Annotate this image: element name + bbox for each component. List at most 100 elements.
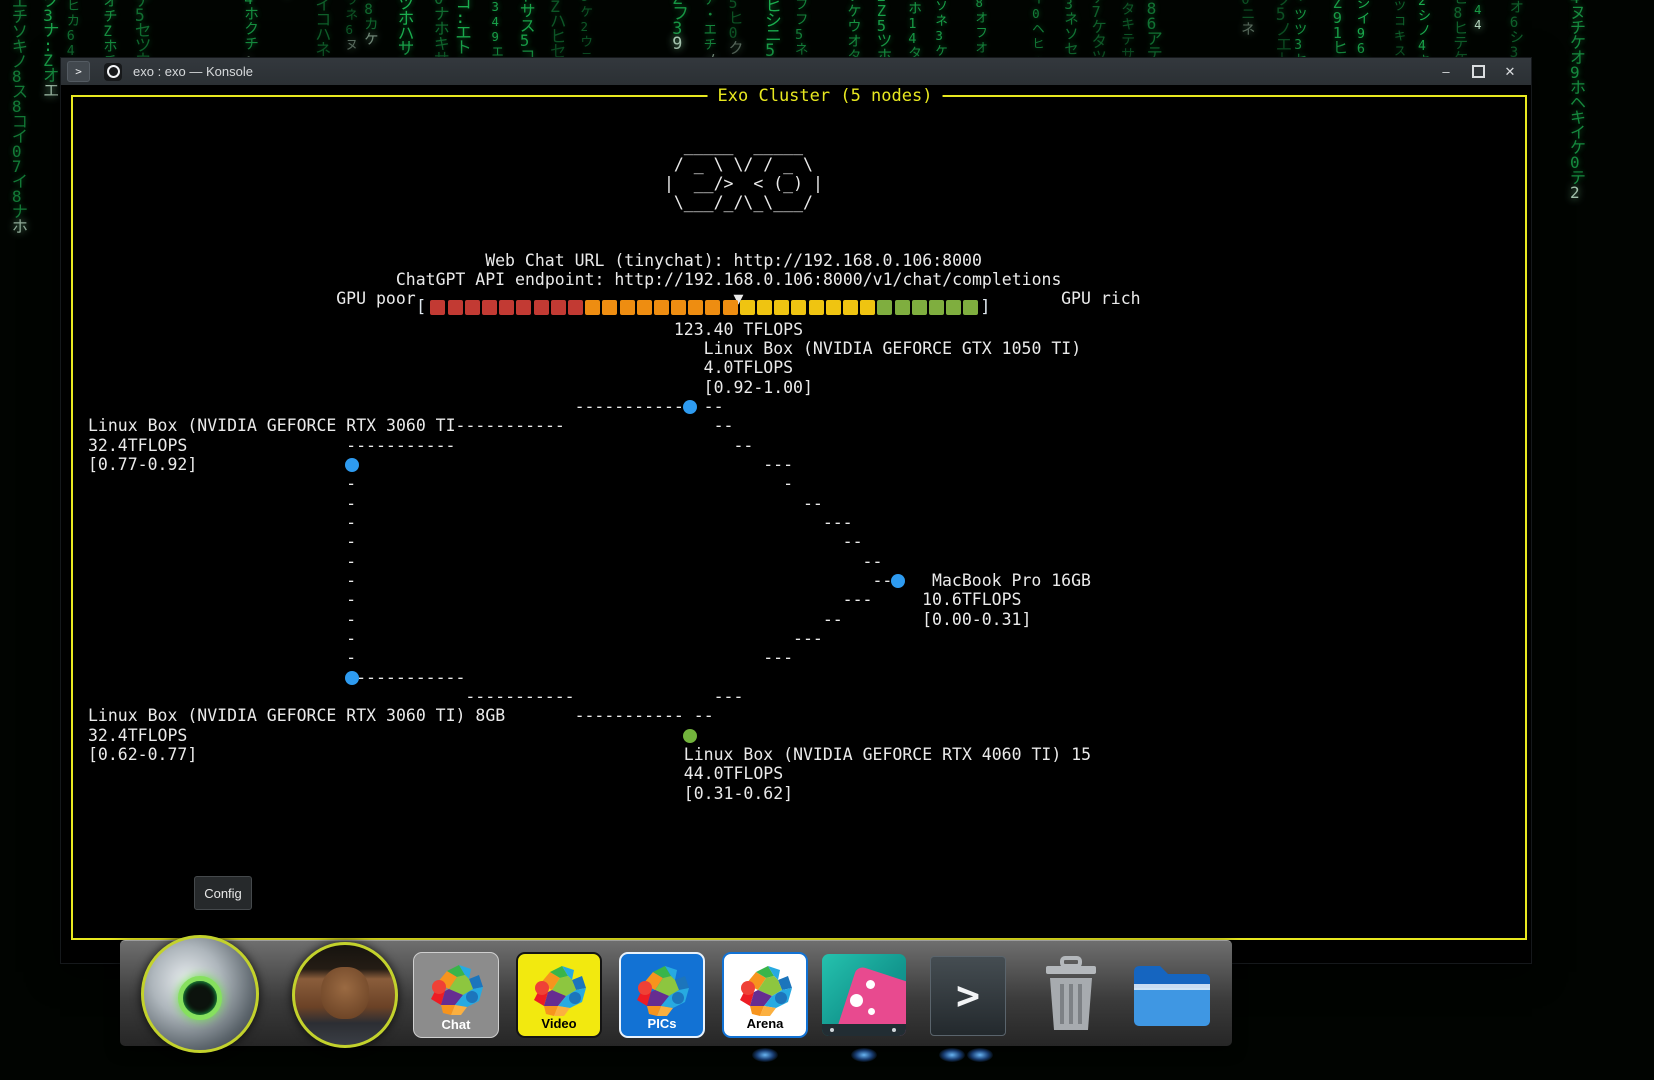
terminal-text: GPU rich (1061, 289, 1140, 308)
dock-item-arena[interactable]: Arena (722, 952, 808, 1038)
dock-item-pics[interactable]: PICs (619, 952, 705, 1038)
terminal-text: 32.4TFLOPS (88, 726, 187, 745)
terminal-row: ---- (73, 648, 1525, 668)
dock-item-chat[interactable]: Chat (413, 952, 499, 1038)
running-indicator (752, 1048, 778, 1062)
terminal-text: - (346, 513, 356, 532)
matrix-column: 1セオナテ3チタオヌZフ39 (672, 0, 689, 51)
terminal-text: MacBook Pro 16GB (932, 571, 1091, 590)
trash-icon (1038, 956, 1104, 1032)
media-app-toolbar-strip (822, 1024, 906, 1036)
robot-avatar-launcher[interactable] (141, 935, 259, 1053)
gpu-bar-segment (809, 300, 824, 315)
terminal-text: ----------- (346, 436, 455, 455)
terminal-row: 32.4TFLOPS (73, 726, 1525, 746)
config-button[interactable]: Config (194, 876, 252, 910)
gpu-bar-segment (826, 300, 841, 315)
terminal-text: --- (763, 648, 793, 667)
media-app-dot-icon (850, 994, 863, 1007)
gpu-bar-segment (946, 300, 961, 315)
terminal-text: -- (803, 494, 823, 513)
gpu-bar-segment (860, 300, 875, 315)
window-titlebar[interactable]: > exo : exo — Konsole – ✕ (61, 58, 1531, 86)
dock-item-chat-label: Chat (442, 1017, 471, 1032)
terminal-text: [0.62-0.77] (88, 745, 197, 764)
terminal-text: -- (863, 552, 883, 571)
terminal-text: / _ \ \/ / _ \ (664, 155, 813, 174)
dock-item-file-manager[interactable] (1130, 962, 1214, 1033)
terminal-row: ---- (73, 513, 1525, 533)
terminal-row: 44.0TFLOPS (73, 764, 1525, 784)
gpu-gradient-bar: [ ] (414, 297, 993, 317)
terminal-row: Web Chat URL (tinychat): http://192.168.… (73, 251, 1525, 271)
gpu-bar-segment (843, 300, 858, 315)
terminal-text: 44.0TFLOPS (684, 764, 783, 783)
dock-item-media-app[interactable] (822, 954, 906, 1036)
terminal-text: - (346, 474, 356, 493)
terminal-content: Exo Cluster (5 nodes) _____ _____ / _ \ … (61, 85, 1531, 963)
dock-item-video[interactable]: Video (516, 952, 602, 1038)
dock-item-konsole[interactable]: > (930, 956, 1006, 1036)
terminal-text: _____ _____ (664, 136, 803, 155)
terminal-text: ----------- (465, 687, 574, 706)
matrix-column: シ2ノ6イ・ハ8チアハニクコケエチソキノ8ス8コイ07イ8ナホ (12, 0, 28, 234)
brain-logo-icon (734, 962, 796, 1020)
konsole-window: > exo : exo — Konsole – ✕ Exo Cluster (5… (60, 57, 1532, 964)
terminal-text: --- (793, 629, 823, 648)
minimize-button[interactable]: – (1435, 62, 1457, 82)
terminal-text: - (346, 571, 356, 590)
terminal-row: Linux Box (NVIDIA GEFORCE GTX 1050 TI) (73, 339, 1525, 359)
terminal-text: --- (763, 455, 793, 474)
terminal-text: Linux Box (NVIDIA GEFORCE RTX 3060 TI---… (88, 416, 565, 435)
running-indicator (967, 1048, 993, 1062)
gpu-bar-squares (428, 300, 978, 315)
gpu-bar-close-bracket: ] (978, 297, 992, 317)
terminal-text: Linux Box (NVIDIA GEFORCE RTX 4060 TI) 1… (684, 745, 1091, 764)
terminal-text: - (346, 590, 356, 609)
gpu-bar-segment (740, 300, 755, 315)
terminal-text: [0.00-0.31] (922, 610, 1031, 629)
robot-eye-icon (178, 976, 222, 1020)
gpu-bar-segment (620, 300, 635, 315)
media-app-dot-icon (868, 1008, 875, 1015)
terminal-text: -- (714, 416, 734, 435)
gpu-bar-segment (602, 300, 617, 315)
terminal-row: | __/> < (_) | (73, 174, 1525, 194)
human-avatar-launcher[interactable] (292, 942, 398, 1048)
topology: _____ _____ / _ \ \/ / _ \| __/> < (_) |… (73, 97, 1525, 938)
terminal-text: --- (823, 513, 853, 532)
terminal-text: [0.92-1.00] (704, 378, 813, 397)
node-dot-blue (683, 400, 697, 414)
gpu-bar-segment (465, 300, 480, 315)
gpu-bar-segment (912, 300, 927, 315)
terminal-text: GPU poor (336, 289, 415, 308)
dock-item-arena-label: Arena (747, 1016, 784, 1031)
media-app-dot-icon (866, 980, 875, 989)
terminal-text: - (783, 474, 793, 493)
terminal-tab-icon[interactable]: > (67, 61, 90, 82)
gpu-bar-segment (895, 300, 910, 315)
terminal-row: ---MacBook Pro 16GB (73, 571, 1525, 591)
terminal-row: / _ \ \/ / _ \ (73, 155, 1525, 175)
terminal-text: 10.6TFLOPS (922, 590, 1021, 609)
terminal-text: ----------- (575, 397, 684, 416)
gpu-bar-segment (430, 300, 445, 315)
gpu-bar-segment (963, 300, 978, 315)
dock-item-trash[interactable] (1038, 956, 1104, 1037)
brain-logo-icon (425, 961, 487, 1019)
maximize-icon (1472, 65, 1485, 78)
terminal-text: --- (843, 590, 873, 609)
maximize-button[interactable] (1467, 62, 1489, 82)
terminal-text: 4.0TFLOPS (704, 358, 793, 377)
terminal-row: 32.4TFLOPS------------- (73, 436, 1525, 456)
matrix-column: オキチ:9セナ9フアケ44 (1474, 0, 1486, 33)
terminal-text: - (346, 629, 356, 648)
gpu-bar-segment (723, 300, 738, 315)
folder-icon (1130, 962, 1214, 1028)
close-button[interactable]: ✕ (1499, 62, 1521, 82)
gpu-bar-segment (705, 300, 720, 315)
gpu-bar-segment (534, 300, 549, 315)
terminal-row: [0.92-1.00] (73, 378, 1525, 398)
terminal-text: [0.31-0.62] (684, 784, 793, 803)
matrix-column: フハ04ヌチケオ9ホヘキイケ0テ2 (1570, 0, 1586, 200)
